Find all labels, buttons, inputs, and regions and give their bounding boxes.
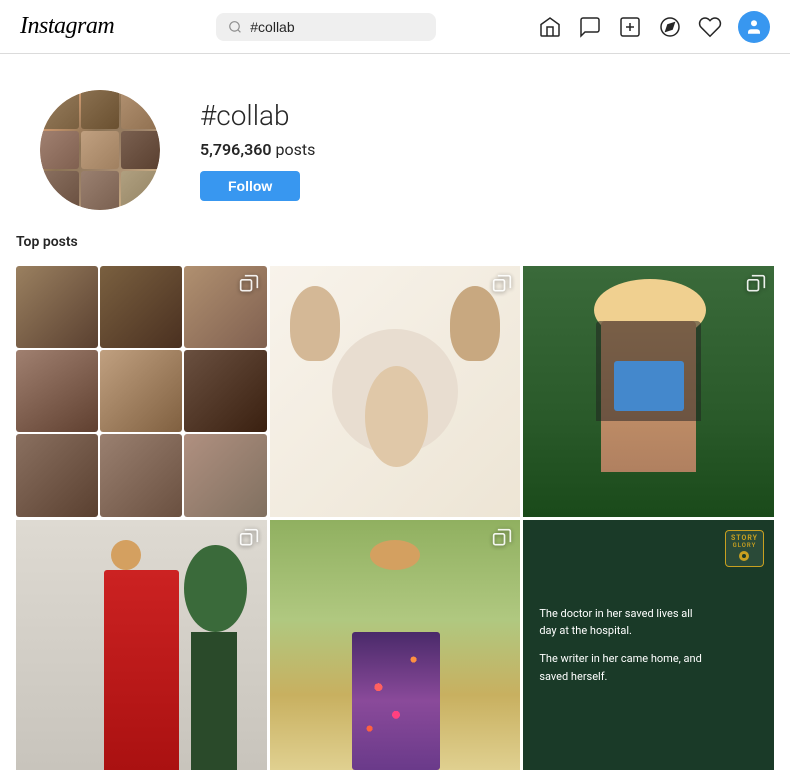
nav-icons-group [538, 11, 770, 43]
user-avatar-icon[interactable] [738, 11, 770, 43]
profile-handle: #collab [200, 99, 315, 132]
multi-image-icon [746, 274, 766, 298]
quote-part1: The doctor in her saved lives all day at… [539, 605, 703, 640]
posts-label: posts [275, 140, 315, 159]
multi-image-icon [239, 528, 259, 552]
instagram-logo: Instagram [20, 13, 114, 40]
multi-image-icon [492, 528, 512, 552]
new-post-icon[interactable] [618, 15, 642, 39]
explore-icon[interactable] [658, 15, 682, 39]
post-item[interactable] [523, 266, 774, 517]
glory-label: GLORY [731, 542, 758, 549]
follow-button[interactable]: Follow [200, 171, 300, 201]
post-item[interactable] [270, 266, 521, 517]
quote-part2: The writer in her came home, and saved h… [539, 650, 703, 685]
multi-image-icon [492, 274, 512, 298]
search-icon [228, 19, 242, 35]
post-item[interactable] [16, 266, 267, 517]
post-item[interactable]: STORY GLORY The doctor in her saved live… [523, 520, 774, 770]
post-item[interactable] [270, 520, 521, 770]
posts-count: 5,796,360 posts [200, 140, 315, 159]
home-icon[interactable] [538, 15, 562, 39]
heart-icon[interactable] [698, 15, 722, 39]
story-label: STORY [731, 534, 758, 542]
search-input[interactable] [250, 19, 424, 35]
multi-image-icon [239, 274, 259, 298]
profile-section: #collab 5,796,360 posts Follow [0, 54, 790, 234]
messenger-icon[interactable] [578, 15, 602, 39]
hashtag-avatar [40, 90, 160, 210]
posts-grid: STORY GLORY The doctor in her saved live… [0, 266, 790, 770]
search-bar[interactable] [216, 13, 436, 41]
post-item[interactable] [16, 520, 267, 770]
navigation: Instagram [0, 0, 790, 54]
profile-info: #collab 5,796,360 posts Follow [200, 99, 315, 201]
posts-number: 5,796,360 [200, 140, 272, 159]
top-posts-label: Top posts [0, 234, 790, 266]
